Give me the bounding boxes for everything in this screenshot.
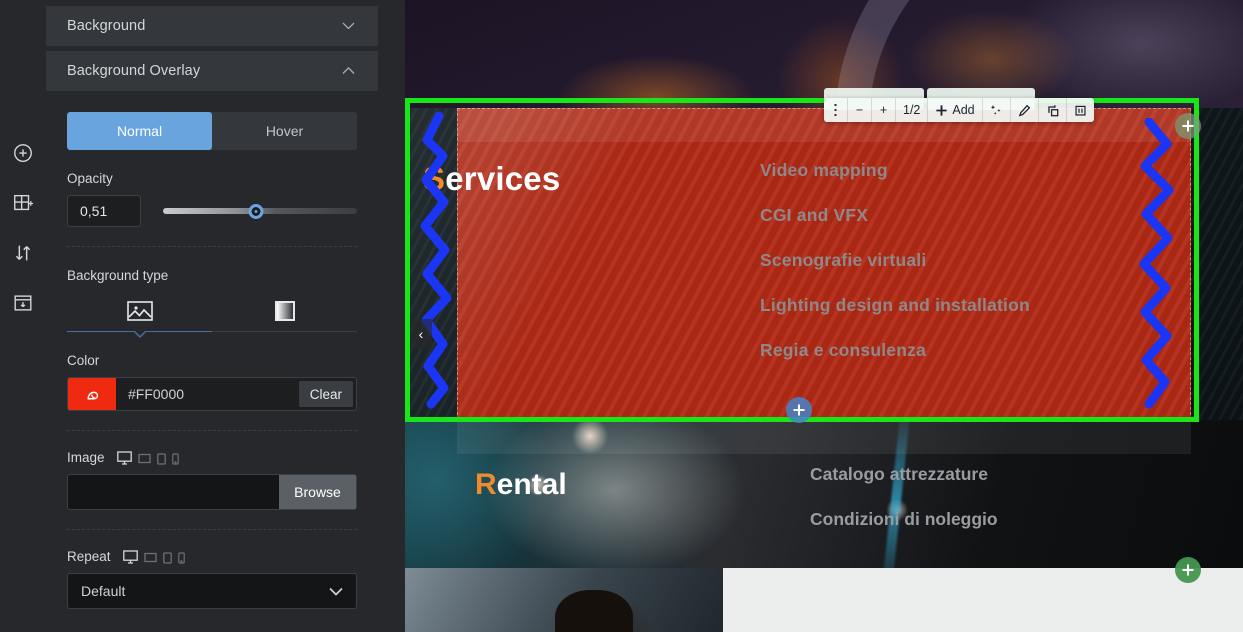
browse-button[interactable]: Browse xyxy=(279,475,356,509)
services-section[interactable]: Services Video mapping CGI and VFX Sceno… xyxy=(405,108,1243,420)
list-item[interactable]: Catalogo attrezzature xyxy=(810,464,998,485)
plus-icon xyxy=(1182,564,1194,576)
reorder-icon[interactable] xyxy=(12,242,34,264)
laptop-icon[interactable] xyxy=(137,453,151,465)
background-type-gradient[interactable] xyxy=(212,291,357,331)
section-background-title: Background xyxy=(67,18,146,34)
minus-button[interactable]: − xyxy=(848,98,872,122)
add-element-icon[interactable] xyxy=(12,142,34,164)
color-swatch-button[interactable] xyxy=(68,378,116,410)
services-title: Services xyxy=(423,160,560,198)
add-section-top-right[interactable] xyxy=(1175,113,1201,139)
repeat-value: Default xyxy=(81,583,126,599)
repeat-select[interactable]: Default xyxy=(67,573,357,609)
list-item[interactable]: Lighting design and installation xyxy=(760,295,1030,316)
drag-handle[interactable] xyxy=(824,98,848,122)
page-canvas[interactable]: Services Video mapping CGI and VFX Sceno… xyxy=(405,0,1243,632)
chevron-down-icon xyxy=(342,22,355,30)
add-button-label: Add xyxy=(952,103,975,117)
layout-icon[interactable] xyxy=(12,292,34,314)
classic-image-icon xyxy=(126,300,153,322)
list-item[interactable]: Scenografie virtuali xyxy=(760,250,1030,271)
list-item[interactable]: Regia e consulenza xyxy=(760,340,1030,361)
chevron-up-icon xyxy=(342,67,355,75)
color-clear-button[interactable]: Clear xyxy=(298,381,353,407)
mobile-icon[interactable] xyxy=(177,551,185,564)
rental-title-cap: R xyxy=(475,468,497,501)
plus-icon xyxy=(793,404,805,416)
services-title-cap: S xyxy=(423,160,446,197)
background-type-tabs xyxy=(67,291,357,338)
app-root: Positioning Background Background Overla… xyxy=(0,0,1243,632)
tab-normal[interactable]: Normal xyxy=(67,112,212,150)
opacity-input[interactable]: 0,51 xyxy=(67,195,141,227)
duplicate-icon[interactable] xyxy=(1039,98,1067,122)
repeat-device-switcher xyxy=(122,549,185,564)
image-label-row: Image xyxy=(67,450,357,465)
desktop-icon[interactable] xyxy=(116,450,132,465)
delete-icon[interactable] xyxy=(1067,98,1094,122)
list-item[interactable]: Condizioni di noleggio xyxy=(810,509,998,530)
footer-section[interactable] xyxy=(405,568,1243,632)
image-device-switcher xyxy=(116,450,179,465)
footer-photo xyxy=(405,568,723,632)
background-type-underline xyxy=(67,331,357,338)
divider xyxy=(67,430,357,431)
image-upload-control: Browse xyxy=(67,474,357,510)
image-label: Image xyxy=(67,450,105,465)
desktop-icon[interactable] xyxy=(122,549,138,564)
tablet-icon[interactable] xyxy=(156,452,166,465)
services-content: Services Video mapping CGI and VFX Sceno… xyxy=(405,108,1243,420)
mobile-icon[interactable] xyxy=(171,452,179,465)
add-button[interactable]: Add xyxy=(928,98,983,122)
eyedropper-icon xyxy=(87,391,98,399)
tab-hover[interactable]: Hover xyxy=(212,112,357,150)
rental-link-list: Catalogo attrezzature Condizioni di nole… xyxy=(810,464,998,530)
color-value[interactable]: #FF0000 xyxy=(116,378,296,410)
color-control: #FF0000 Clear xyxy=(67,377,357,411)
opacity-label: Opacity xyxy=(67,171,113,186)
state-tabs: Normal Hover xyxy=(67,112,357,150)
background-type-classic[interactable] xyxy=(67,291,212,331)
divider xyxy=(67,246,357,247)
slider-thumb[interactable] xyxy=(248,203,264,219)
left-icon-rail xyxy=(0,0,46,632)
collapse-panel-handle[interactable]: ‹ xyxy=(410,319,432,349)
background-type-label: Background type xyxy=(67,268,169,283)
repeat-label: Repeat xyxy=(67,549,111,564)
rental-title-rest: ental xyxy=(496,468,567,501)
opacity-slider[interactable] xyxy=(163,201,357,221)
list-item[interactable]: CGI and VFX xyxy=(760,205,1030,226)
list-item[interactable]: Video mapping xyxy=(760,160,1030,181)
tablet-icon[interactable] xyxy=(162,551,172,564)
laptop-icon[interactable] xyxy=(143,552,157,564)
section-background-overlay-title: Background Overlay xyxy=(67,63,201,79)
plus-icon xyxy=(1182,120,1194,132)
image-path-input[interactable] xyxy=(68,475,279,509)
columns-ratio[interactable]: 1/2 xyxy=(896,98,929,122)
section-background-overlay[interactable]: Background Overlay xyxy=(46,51,378,91)
edit-icon[interactable] xyxy=(1011,98,1039,122)
services-link-list: Video mapping CGI and VFX Scenografie vi… xyxy=(760,160,1030,361)
rental-section[interactable]: Rental Catalogo attrezzature Condizioni … xyxy=(405,420,1243,568)
rental-top-strip xyxy=(457,420,1191,454)
opacity-control: 0,51 xyxy=(67,195,357,227)
color-label: Color xyxy=(67,353,100,368)
repeat-label-row: Repeat xyxy=(67,549,357,564)
gradient-icon xyxy=(274,301,295,321)
magic-icon[interactable] xyxy=(983,98,1011,122)
chevron-down-icon xyxy=(329,587,343,596)
panel-body: Normal Hover Opacity 0,51 Background typ… xyxy=(46,112,378,609)
plus-icon xyxy=(936,104,947,116)
settings-panel: Positioning Background Background Overla… xyxy=(46,0,378,632)
rental-title: Rental xyxy=(475,468,567,502)
add-section-bottom-right[interactable] xyxy=(1175,557,1201,583)
add-template-icon[interactable] xyxy=(12,192,34,214)
services-title-rest: ervices xyxy=(445,160,561,197)
divider xyxy=(67,529,357,530)
element-toolbar: − + 1/2 Add xyxy=(824,98,1094,122)
add-section-bottom-center[interactable] xyxy=(786,397,812,423)
plus-button[interactable]: + xyxy=(872,98,896,122)
section-background[interactable]: Background xyxy=(46,6,378,46)
